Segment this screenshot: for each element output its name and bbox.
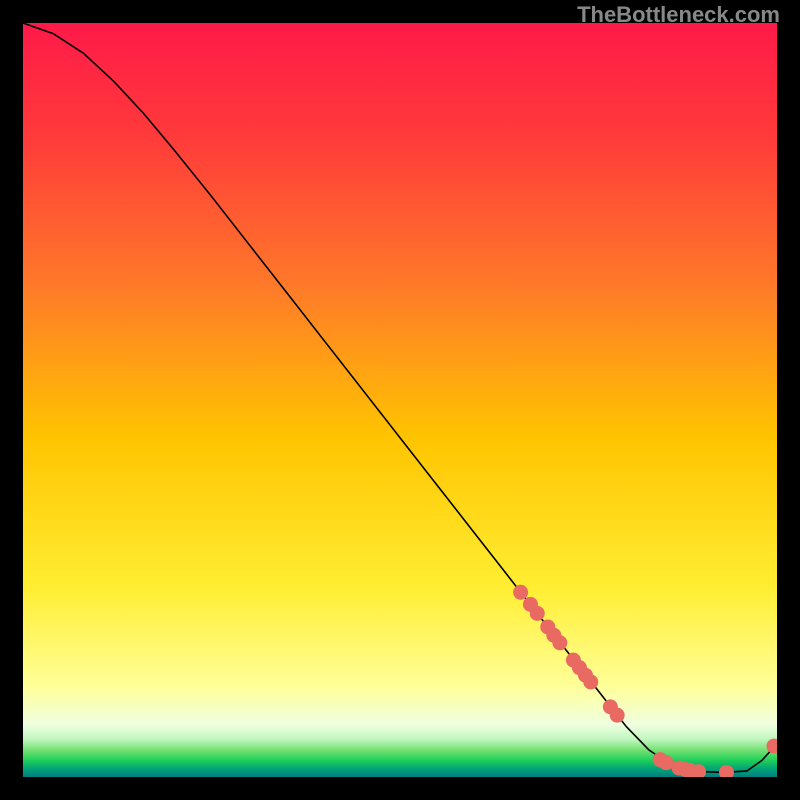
data-marker	[552, 635, 567, 650]
data-marker	[610, 708, 625, 723]
bottleneck-chart	[23, 23, 777, 777]
data-marker	[659, 755, 674, 770]
data-marker	[530, 606, 545, 621]
data-marker	[583, 675, 598, 690]
chart-stage: TheBottleneck.com	[0, 0, 800, 800]
watermark-label: TheBottleneck.com	[577, 2, 780, 28]
data-marker	[513, 585, 528, 600]
gradient-background	[23, 23, 777, 777]
